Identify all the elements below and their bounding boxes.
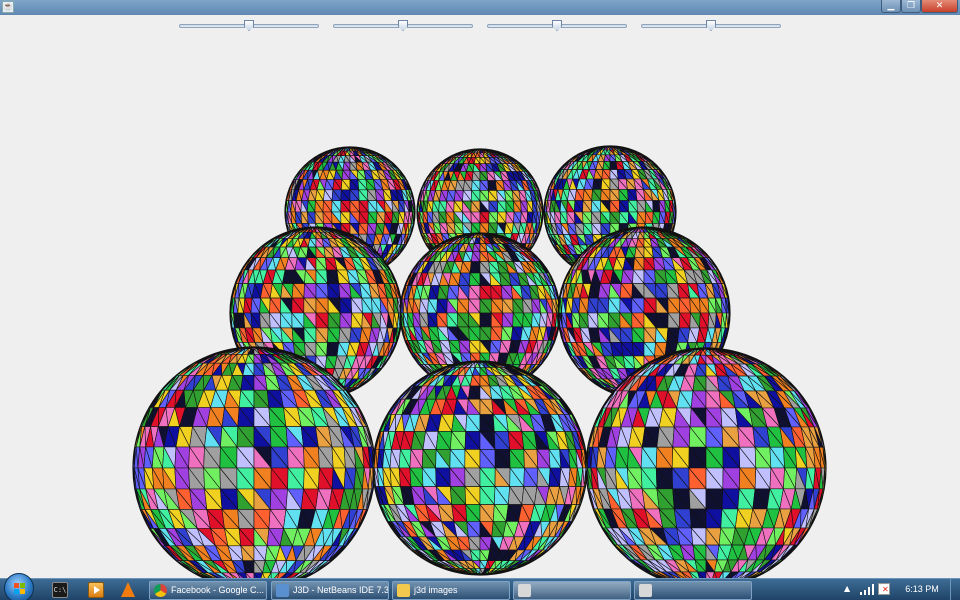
minimize-icon: ▁ xyxy=(887,1,895,11)
cmd-icon[interactable]: C:\ xyxy=(52,582,68,598)
restore-button[interactable]: ❐ xyxy=(901,0,921,13)
slider-thumb[interactable] xyxy=(706,20,716,31)
slider-thumb[interactable] xyxy=(398,20,408,31)
tray-up-arrow-icon[interactable]: ▲ xyxy=(844,584,850,593)
sphere-scene-canvas[interactable] xyxy=(0,0,960,578)
folder-icon xyxy=(397,584,410,597)
windows-start-icon xyxy=(14,583,26,595)
taskbar-item-java-1[interactable] xyxy=(513,581,631,600)
sphere-9 xyxy=(585,347,827,578)
action-center-flag-icon[interactable] xyxy=(878,583,890,595)
taskbar-item-label: Facebook - Google C... xyxy=(171,585,265,595)
taskbar-item-label: J3D - NetBeans IDE 7.3 xyxy=(293,585,389,595)
taskbar-item-explorer[interactable]: j3d images xyxy=(392,581,510,600)
media-player-icon[interactable] xyxy=(88,582,104,598)
chrome-icon xyxy=(154,584,167,597)
slider-1[interactable] xyxy=(179,20,319,32)
taskbar-item-chrome[interactable]: Facebook - Google C... xyxy=(149,581,267,600)
netbeans-icon xyxy=(276,584,289,597)
taskbar-item-netbeans[interactable]: J3D - NetBeans IDE 7.3 xyxy=(271,581,389,600)
slider-2[interactable] xyxy=(333,20,473,32)
taskbar-item-java-2[interactable] xyxy=(634,581,752,600)
slider-thumb[interactable] xyxy=(552,20,562,31)
taskbar: C:\ Facebook - Google C... J3D - NetBean… xyxy=(0,573,960,600)
java3d-application-window: ☕ ▁ ❐ ✕ C:\ Facebook - Google C... J3D -… xyxy=(0,0,960,600)
sphere-7 xyxy=(132,346,376,578)
java-icon xyxy=(518,584,531,597)
slider-4[interactable] xyxy=(641,20,781,32)
minimize-button[interactable]: ▁ xyxy=(881,0,901,13)
show-desktop-button[interactable] xyxy=(950,579,960,600)
taskbar-item-label: j3d images xyxy=(414,585,458,595)
restore-icon: ❐ xyxy=(906,1,916,11)
start-button[interactable] xyxy=(4,573,34,600)
sphere-8 xyxy=(372,360,588,576)
network-signal-icon[interactable] xyxy=(860,584,874,595)
slider-3[interactable] xyxy=(487,20,627,32)
vlc-icon[interactable] xyxy=(121,582,135,597)
clock[interactable]: 6:13 PM xyxy=(896,579,948,600)
slider-thumb[interactable] xyxy=(244,20,254,31)
title-bar[interactable]: ☕ ▁ ❐ ✕ xyxy=(0,0,960,15)
close-icon: ✕ xyxy=(935,1,944,11)
java-cup-icon: ☕ xyxy=(2,1,14,13)
java-icon xyxy=(639,584,652,597)
close-button[interactable]: ✕ xyxy=(921,0,958,13)
